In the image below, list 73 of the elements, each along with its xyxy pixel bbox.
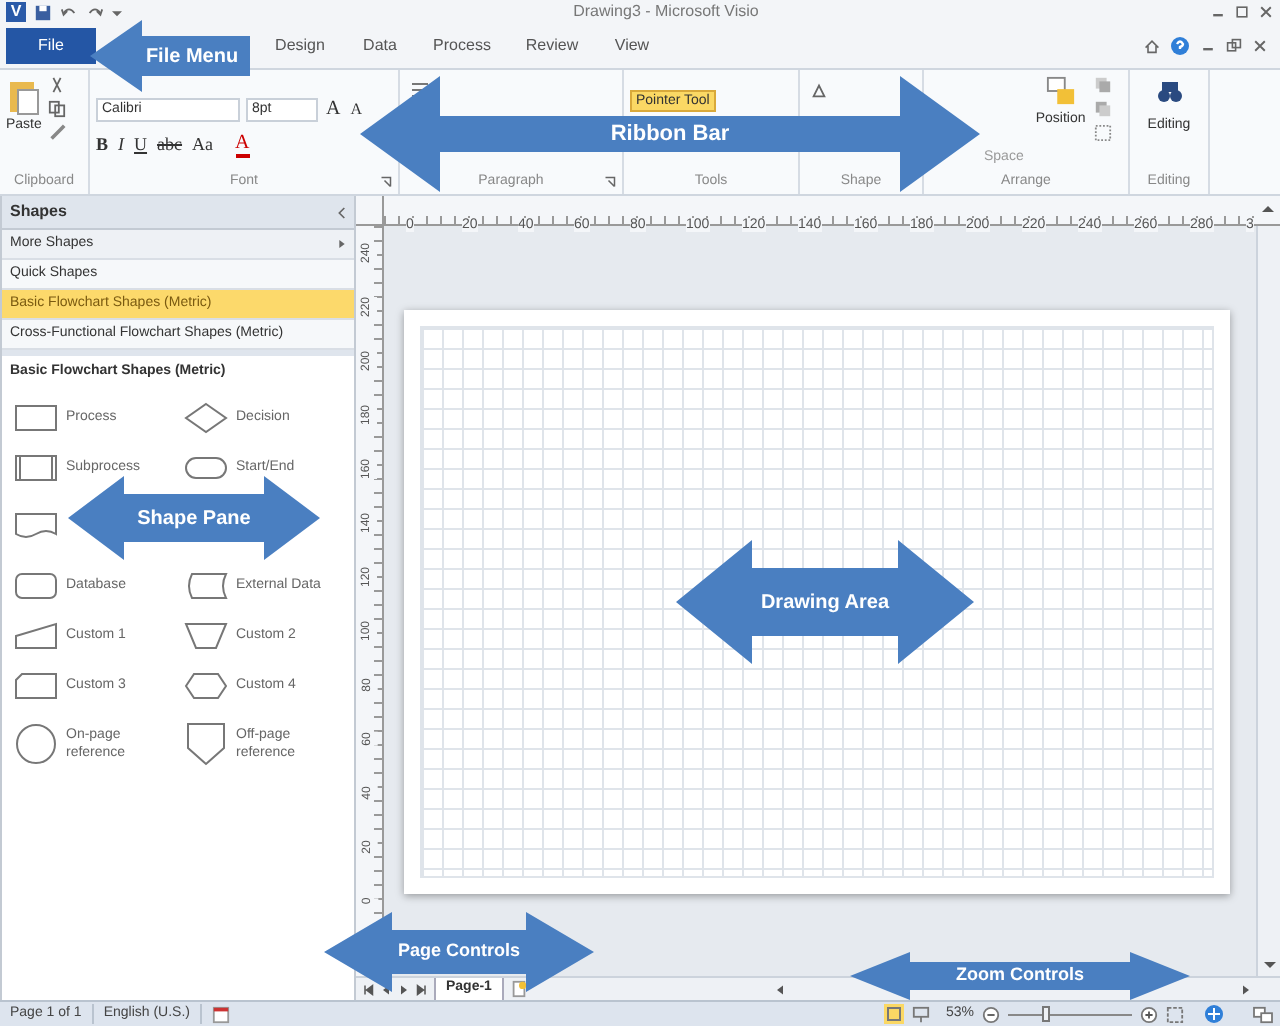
ribbon-tab[interactable]: Data — [344, 28, 416, 64]
dialog-launcher-icon[interactable] — [604, 176, 616, 188]
help-icon[interactable] — [1170, 36, 1190, 56]
window-title: Drawing3 - Microsoft Visio — [573, 0, 759, 24]
pane-title: Shapes — [10, 200, 67, 224]
close-icon[interactable] — [1258, 4, 1274, 20]
ribbon-tab[interactable]: Design — [256, 28, 344, 64]
shape-icon[interactable] — [184, 619, 228, 651]
save-icon[interactable] — [34, 3, 52, 21]
first-page-icon[interactable] — [362, 983, 374, 995]
expand-arrow-icon[interactable] — [338, 238, 346, 250]
pan-zoom-icon[interactable] — [1204, 1004, 1224, 1024]
zoom-slider-thumb[interactable] — [1042, 1006, 1051, 1022]
shape-icon[interactable] — [14, 451, 58, 483]
fit-page-icon[interactable] — [1166, 1005, 1184, 1023]
shape-icon[interactable] — [14, 401, 58, 433]
callout-arrow: Zoom Controls — [850, 952, 1190, 1000]
scroll-left-icon[interactable] — [773, 983, 786, 995]
normal-view-icon[interactable] — [883, 1004, 904, 1024]
zoom-slider[interactable] — [1008, 1006, 1132, 1022]
underline-button[interactable]: U — [134, 132, 148, 159]
fill-icon[interactable] — [810, 82, 828, 100]
group-icon[interactable] — [1093, 124, 1112, 142]
scroll-right-icon[interactable] — [1240, 983, 1252, 995]
italic-button[interactable]: I — [118, 132, 125, 159]
redo-icon[interactable] — [86, 3, 104, 21]
next-page-icon[interactable] — [398, 983, 410, 995]
shape-icon[interactable] — [14, 569, 58, 601]
shape-icon[interactable] — [184, 451, 228, 483]
insert-page-icon[interactable] — [509, 980, 528, 998]
zoom-out-icon[interactable] — [982, 1005, 1000, 1023]
shape-icon[interactable] — [14, 510, 58, 542]
copy-icon[interactable] — [47, 100, 66, 118]
shape-icon[interactable] — [14, 619, 58, 651]
shape-icon[interactable] — [184, 722, 228, 766]
dialog-launcher-icon[interactable] — [380, 176, 392, 188]
change-case-button[interactable]: Aa — [192, 132, 214, 159]
shape-icon[interactable] — [184, 569, 228, 601]
callout-arrow: Drawing Area — [676, 540, 974, 664]
switch-windows-icon[interactable] — [1252, 1005, 1274, 1023]
undo-icon[interactable] — [60, 3, 78, 21]
shape-icon[interactable] — [184, 669, 228, 701]
format-painter-icon[interactable] — [47, 124, 66, 142]
callout-arrow: Shape Pane — [68, 476, 320, 560]
collapse-icon[interactable] — [336, 205, 346, 219]
close-icon[interactable] — [1252, 38, 1268, 54]
ribbon-tab[interactable]: View — [596, 28, 668, 64]
shrink-font-button[interactable]: A — [348, 97, 365, 121]
font-color-button[interactable]: A — [235, 133, 250, 158]
drawing-page[interactable] — [404, 310, 1230, 894]
clipboard-icon[interactable] — [7, 76, 40, 116]
last-page-icon[interactable] — [416, 983, 428, 995]
position-icon[interactable] — [1045, 76, 1076, 106]
ribbon-tab[interactable]: Review — [508, 28, 596, 64]
binoculars-icon[interactable] — [1155, 80, 1183, 104]
maximize-icon[interactable] — [1234, 4, 1250, 20]
app-logo[interactable]: V — [6, 2, 26, 22]
presentation-view-icon[interactable] — [911, 1005, 930, 1023]
vertical-scrollbar[interactable] — [1256, 226, 1280, 976]
home-icon[interactable] — [1144, 38, 1160, 54]
bold-button[interactable]: B — [96, 132, 109, 159]
shape-icon[interactable] — [184, 401, 228, 433]
file-tab[interactable]: File — [6, 28, 96, 64]
grow-font-button[interactable]: A — [324, 94, 343, 124]
shape-icon[interactable] — [14, 669, 58, 701]
strikethrough-button[interactable]: abc — [157, 132, 183, 159]
cut-icon[interactable] — [47, 76, 66, 94]
ribbon-tab[interactable]: Process — [416, 28, 508, 64]
zoom-in-icon[interactable] — [1140, 1005, 1158, 1023]
macro-icon[interactable] — [212, 1005, 230, 1023]
callout-arrow: File Menu — [90, 20, 250, 92]
shape-icon[interactable] — [14, 722, 58, 766]
restore-icon[interactable] — [1226, 38, 1242, 54]
